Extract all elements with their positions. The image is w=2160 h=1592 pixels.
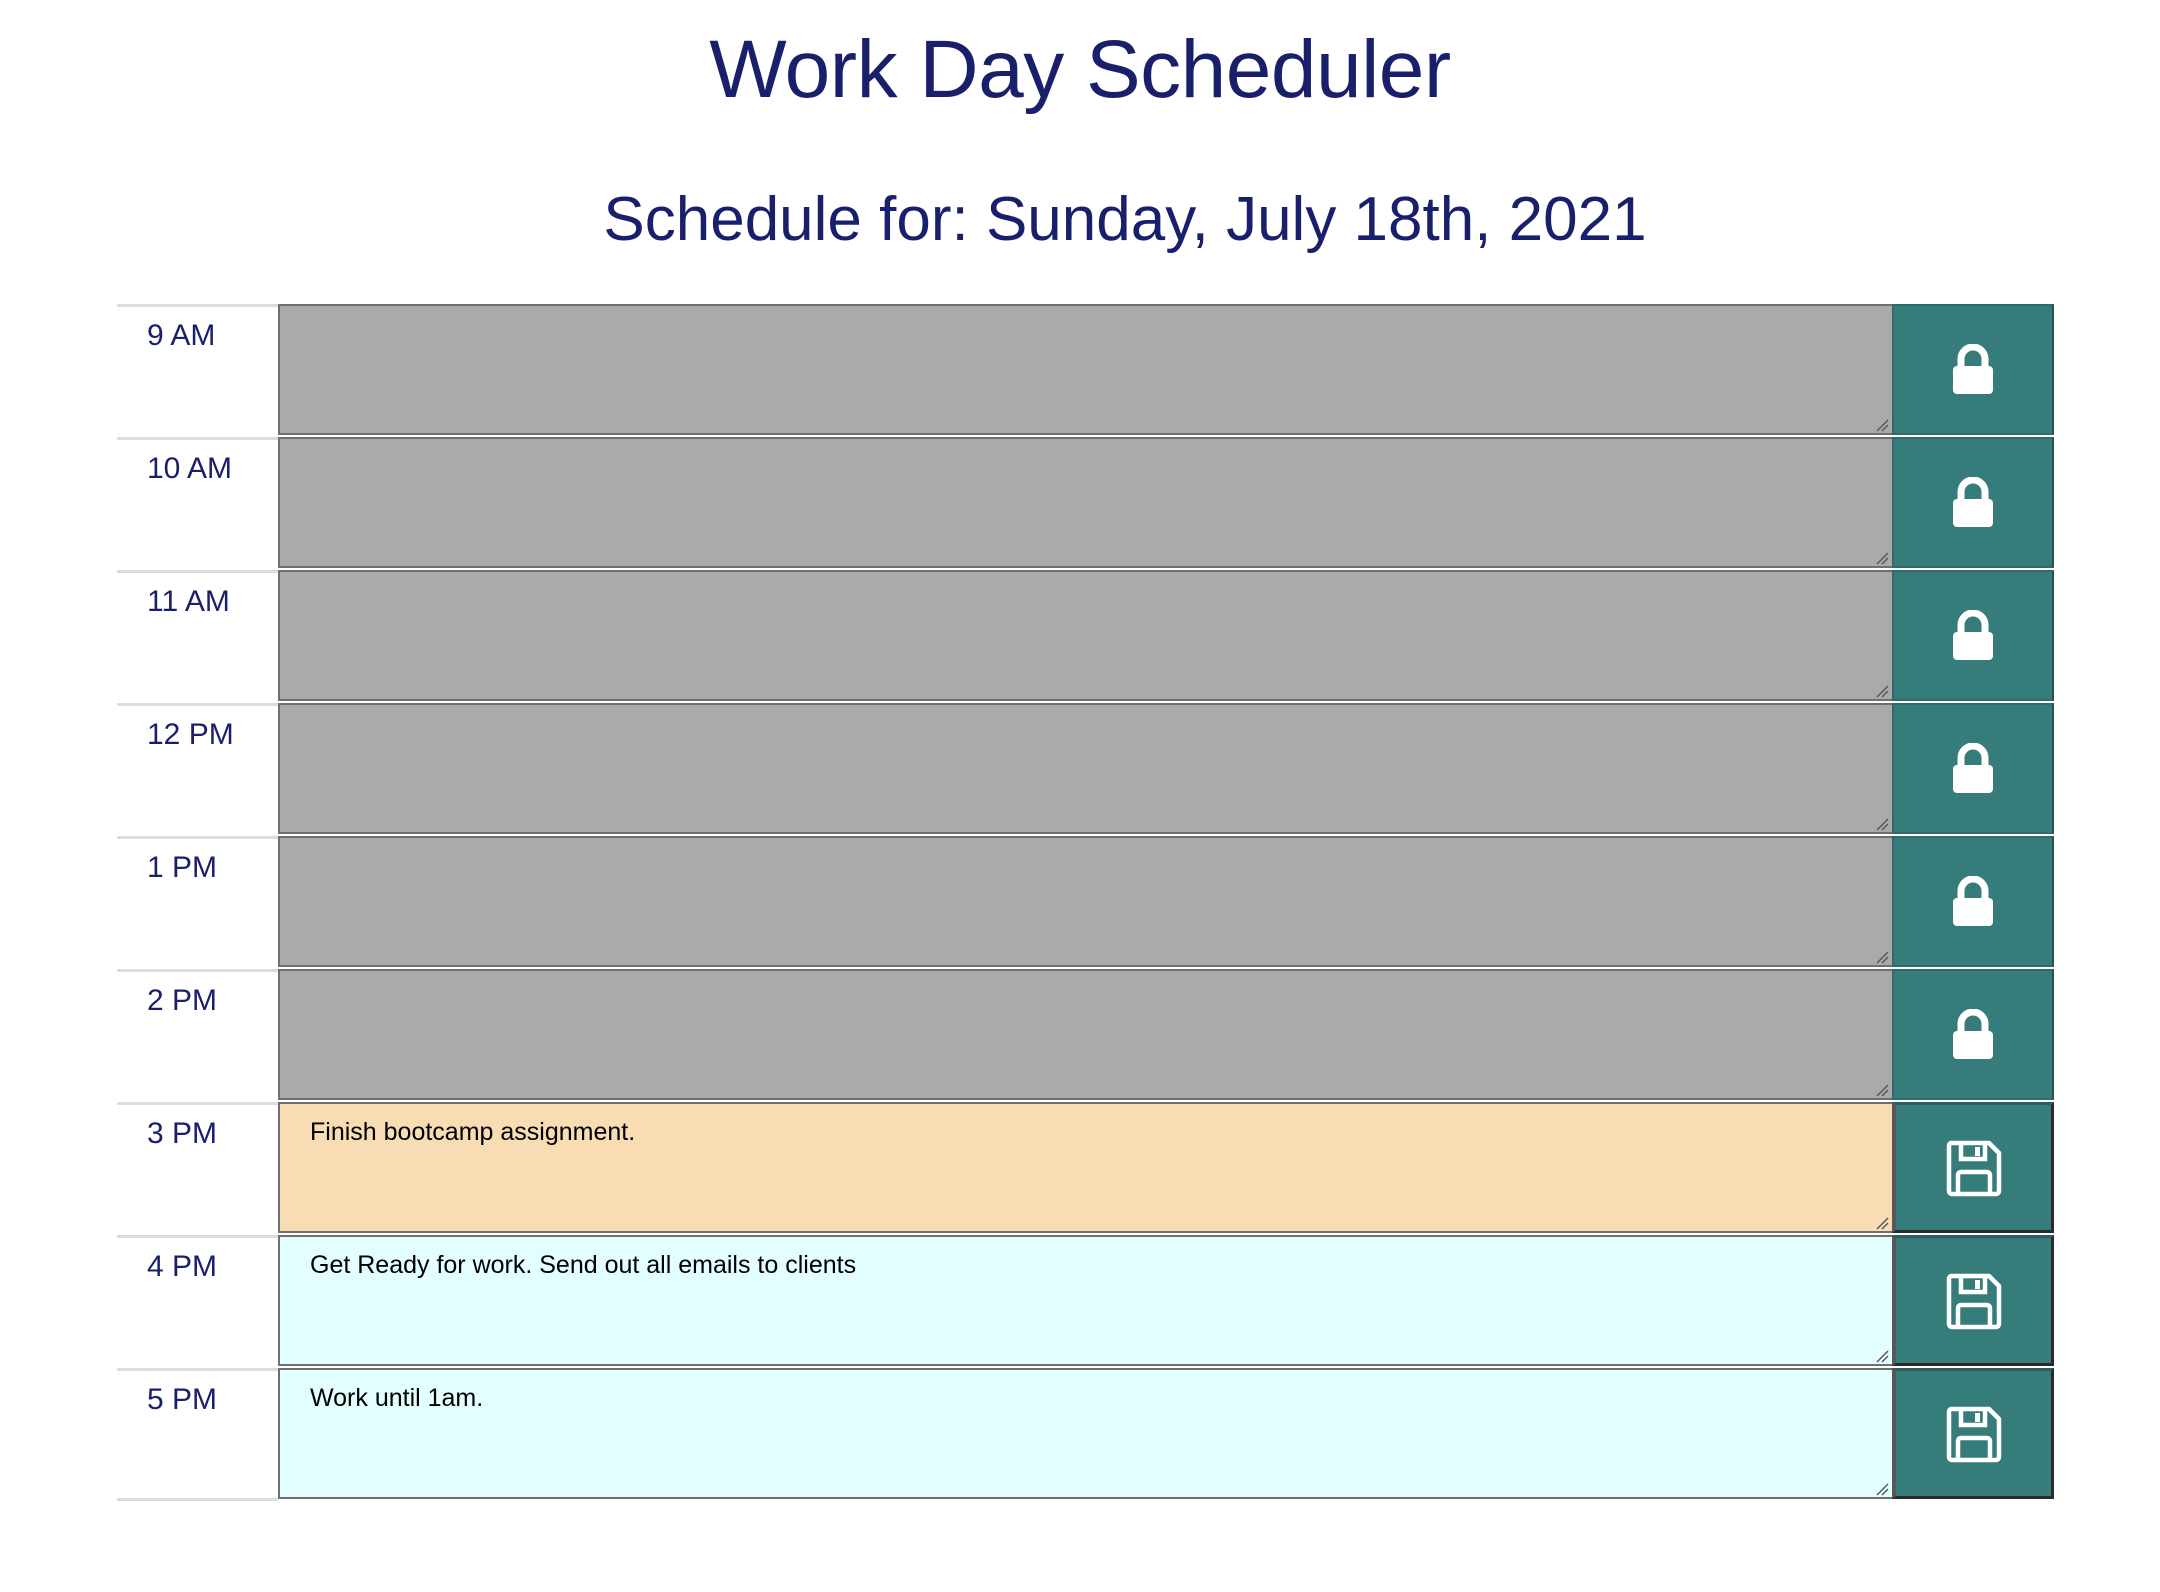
- time-block-row: 4 PM Get Ready for work. Send out all ema…: [117, 1235, 2054, 1368]
- save-icon: [1945, 1139, 2003, 1197]
- time-block-row: 10 AM: [117, 437, 2054, 570]
- lock-icon: [1950, 609, 1996, 662]
- task-input[interactable]: [278, 969, 1892, 1100]
- task-input[interactable]: [278, 570, 1892, 701]
- time-block-row: 5 PM Work until 1am.: [117, 1368, 2054, 1501]
- time-block-row: 3 PM Finish bootcamp assignment.: [117, 1102, 2054, 1235]
- hour-label: 9 AM: [117, 304, 278, 435]
- save-button[interactable]: [1892, 1102, 2054, 1233]
- current-date-heading: Schedule for: Sunday, July 18th, 2021: [603, 185, 1647, 254]
- time-block-row: 11 AM: [117, 570, 2054, 703]
- time-block-row: 2 PM: [117, 969, 2054, 1102]
- hour-label: 4 PM: [117, 1235, 278, 1366]
- hour-label: 12 PM: [117, 703, 278, 834]
- hour-label: 3 PM: [117, 1102, 278, 1233]
- time-block-row: 1 PM: [117, 836, 2054, 969]
- hour-label: 5 PM: [117, 1368, 278, 1501]
- save-button[interactable]: [1892, 304, 2054, 435]
- hour-label: 11 AM: [117, 570, 278, 701]
- save-icon: [1945, 1405, 2003, 1463]
- task-input[interactable]: Get Ready for work. Send out all emails …: [278, 1235, 1892, 1366]
- time-block-row: 9 AM: [117, 304, 2054, 437]
- save-button[interactable]: [1892, 570, 2054, 701]
- hour-label: 1 PM: [117, 836, 278, 967]
- save-button[interactable]: [1892, 969, 2054, 1100]
- save-button[interactable]: [1892, 703, 2054, 834]
- save-icon: [1945, 1272, 2003, 1330]
- hour-label: 10 AM: [117, 437, 278, 568]
- lock-icon: [1950, 875, 1996, 928]
- task-input[interactable]: [278, 437, 1892, 568]
- time-block-row: 12 PM: [117, 703, 2054, 836]
- task-input[interactable]: [278, 703, 1892, 834]
- lock-icon: [1950, 1008, 1996, 1061]
- task-input[interactable]: Work until 1am.: [278, 1368, 1892, 1499]
- task-input[interactable]: Finish bootcamp assignment.: [278, 1102, 1892, 1233]
- task-input[interactable]: [278, 836, 1892, 967]
- save-button[interactable]: [1892, 1235, 2054, 1366]
- lock-icon: [1950, 476, 1996, 529]
- save-button[interactable]: [1892, 836, 2054, 967]
- schedule-list: 9 AM 10 AM 11 AM 12 PM 1 PM 2 PM 3 PM Finish bo…: [117, 304, 2054, 1501]
- lock-icon: [1950, 343, 1996, 396]
- hour-label: 2 PM: [117, 969, 278, 1100]
- save-button[interactable]: [1892, 1368, 2054, 1499]
- lock-icon: [1950, 742, 1996, 795]
- page-title: Work Day Scheduler: [709, 24, 1451, 115]
- scheduler-page: Work Day Scheduler Schedule for: Sunday,…: [0, 0, 2160, 1592]
- save-button[interactable]: [1892, 437, 2054, 568]
- task-input[interactable]: [278, 304, 1892, 435]
